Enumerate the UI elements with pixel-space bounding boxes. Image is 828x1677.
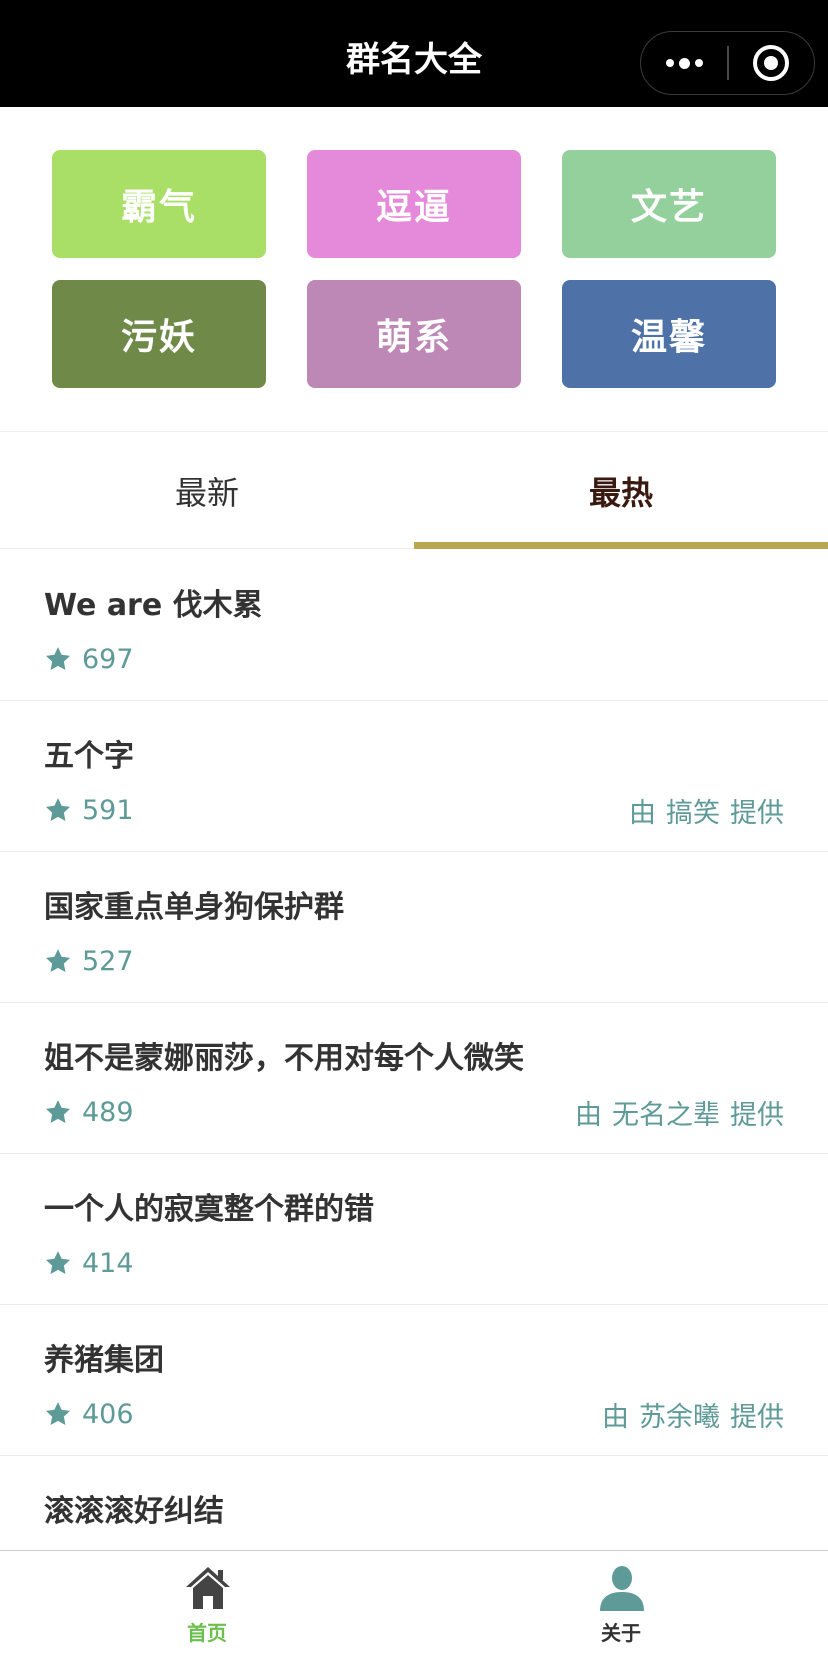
list-item[interactable]: We are 伐木累 697: [0, 550, 828, 701]
provider-suffix: 提供: [730, 1401, 784, 1433]
group-name: 滚滚滚好纠结: [44, 1494, 224, 1529]
group-name: We are 伐木累: [44, 588, 263, 623]
bottom-tab-bar: 首页 关于: [0, 1550, 828, 1677]
category-button-wenyi[interactable]: 文艺: [562, 150, 776, 258]
star-icon[interactable]: [44, 947, 72, 975]
group-name: 一个人的寂寞整个群的错: [44, 1192, 374, 1227]
more-dot-icon: [665, 59, 674, 67]
tab-hottest[interactable]: 最热: [414, 432, 828, 549]
active-tab-indicator: [414, 542, 828, 549]
provider-suffix: 提供: [730, 1099, 784, 1131]
tab-newest[interactable]: 最新: [0, 432, 414, 549]
category-grid: 霸气 逗逼 文艺 污妖 萌系 温馨: [0, 107, 828, 431]
star-count: 414: [44, 1246, 134, 1280]
star-count-value: 414: [82, 1247, 134, 1279]
category-button-doubi[interactable]: 逗逼: [307, 150, 521, 258]
provider-credit: 由 搞笑 提供: [629, 793, 784, 829]
tabbar-label-about: 关于: [601, 1621, 641, 1645]
star-count: 489: [44, 1095, 134, 1129]
provider-prefix: 由: [629, 797, 656, 829]
star-count-value: 489: [82, 1096, 134, 1128]
more-dot-icon: [678, 57, 690, 69]
star-count-value: 527: [82, 945, 134, 977]
group-name: 国家重点单身狗保护群: [44, 890, 344, 925]
star-count-value: 697: [82, 643, 134, 675]
star-icon[interactable]: [44, 1249, 72, 1277]
star-count-value: 591: [82, 794, 134, 826]
more-dot-icon: [694, 59, 703, 67]
star-icon[interactable]: [44, 645, 72, 673]
category-button-wuyao[interactable]: 污妖: [52, 280, 266, 388]
user-icon: [600, 1566, 644, 1611]
category-button-mengxi[interactable]: 萌系: [307, 280, 521, 388]
star-icon[interactable]: [44, 1098, 72, 1126]
group-name: 五个字: [44, 739, 134, 774]
provider-prefix: 由: [602, 1401, 629, 1433]
star-icon[interactable]: [44, 1400, 72, 1428]
group-name: 养猪集团: [44, 1343, 164, 1378]
list-item[interactable]: 五个字 591 由 搞笑 提供: [0, 701, 828, 852]
more-options-button[interactable]: [641, 32, 727, 94]
list-item[interactable]: 姐不是蒙娜丽莎，不用对每个人微笑 489 由 无名之辈 提供: [0, 1003, 828, 1154]
list-item[interactable]: 一个人的寂寞整个群的错 414: [0, 1154, 828, 1305]
category-button-wenxin[interactable]: 温馨: [562, 280, 776, 388]
sort-tabs: 最新 最热: [0, 431, 828, 549]
home-icon: [186, 1567, 230, 1609]
navigation-bar: 群名大全: [0, 0, 828, 107]
tabbar-item-home[interactable]: 首页: [0, 1551, 414, 1677]
menu-capsule: [640, 31, 815, 95]
provider-name: 搞笑: [666, 797, 720, 829]
category-button-bawang[interactable]: 霸气: [52, 150, 266, 258]
provider-credit: 由 苏余曦 提供: [602, 1397, 784, 1433]
provider-name: 苏余曦: [639, 1401, 720, 1433]
tabbar-item-about[interactable]: 关于: [414, 1551, 828, 1677]
list-item[interactable]: 国家重点单身狗保护群 527: [0, 852, 828, 1003]
star-count: 406: [44, 1397, 134, 1431]
group-name: 姐不是蒙娜丽莎，不用对每个人微笑: [44, 1041, 524, 1076]
star-count: 697: [44, 642, 134, 676]
list-item[interactable]: 养猪集团 406 由 苏余曦 提供: [0, 1305, 828, 1456]
capsule-divider: [727, 46, 729, 80]
provider-name: 无名之辈: [612, 1099, 720, 1131]
provider-suffix: 提供: [730, 797, 784, 829]
star-count: 527: [44, 944, 134, 978]
provider-prefix: 由: [575, 1099, 602, 1131]
close-miniprogram-button[interactable]: [753, 45, 789, 81]
tabbar-label-home: 首页: [187, 1621, 227, 1645]
provider-credit: 由 无名之辈 提供: [575, 1095, 784, 1131]
star-count: 591: [44, 793, 134, 827]
target-icon: [764, 56, 778, 70]
star-icon[interactable]: [44, 796, 72, 824]
app-screen: 群名大全 霸气 逗逼 文艺 污妖 萌系 温馨 最新 最热 We are 伐木累: [0, 0, 828, 1677]
star-count-value: 406: [82, 1398, 134, 1430]
group-name-list: We are 伐木累 697 五个字 591 由 搞笑 提供 国家重点单身狗保护…: [0, 550, 828, 1607]
